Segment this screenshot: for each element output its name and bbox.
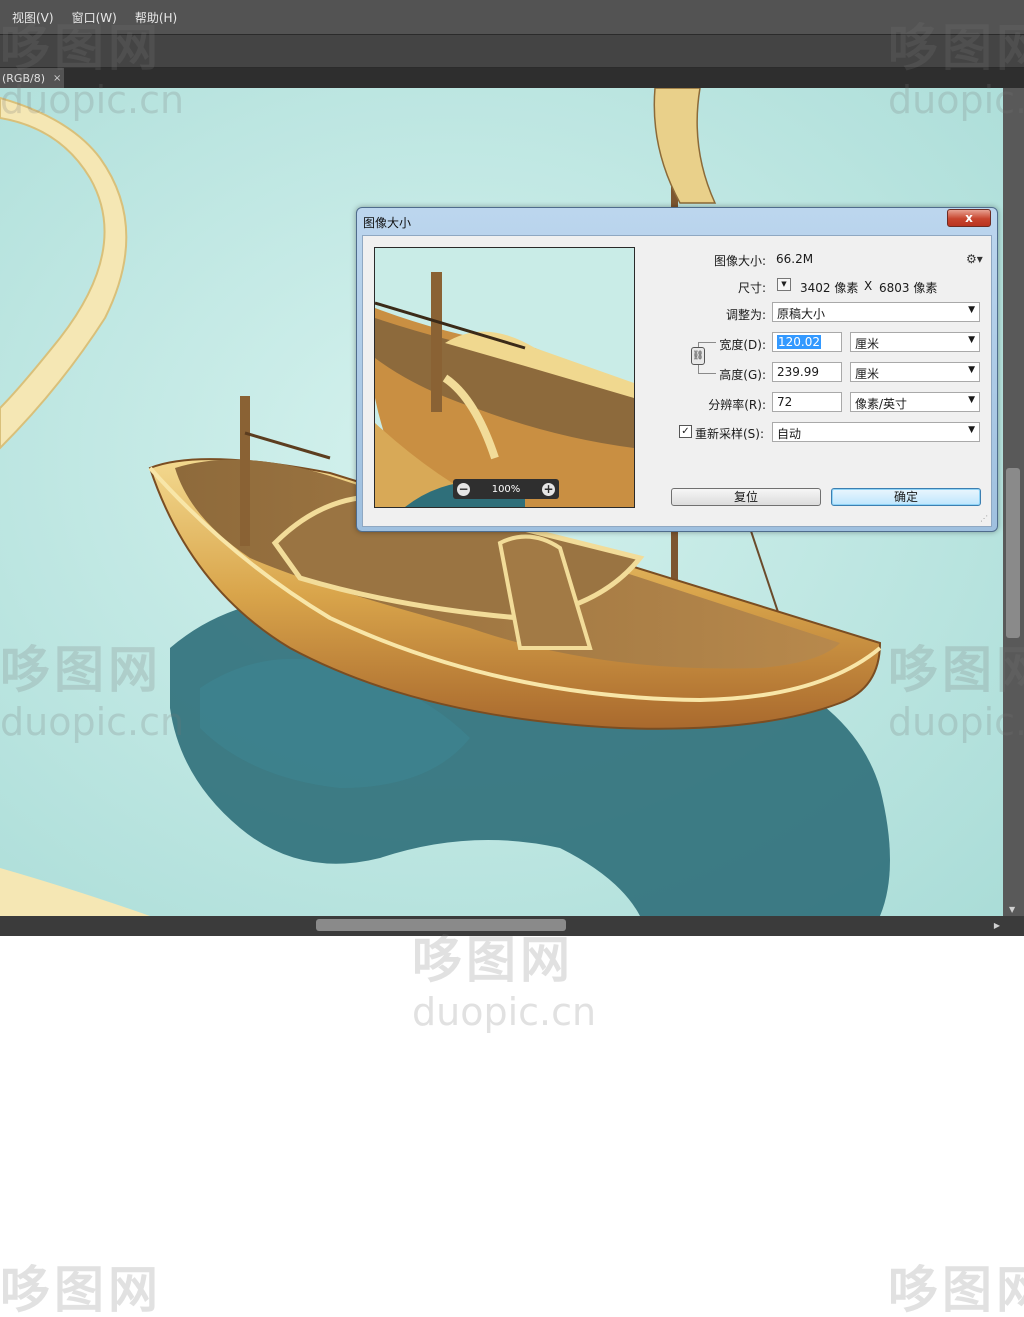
menu-help[interactable]: 帮助(H) bbox=[135, 9, 177, 26]
fit-to-label: 调整为: bbox=[725, 308, 766, 322]
resample-value: 自动 bbox=[777, 427, 802, 441]
image-size-dialog: 图像大小 x − 100% + 图像大小: 66.2M ⚙▾ 尺寸: ▼ 340… bbox=[356, 207, 998, 532]
resize-grip-icon[interactable]: ⋰ bbox=[980, 514, 988, 523]
ok-button[interactable]: 确定 bbox=[831, 488, 981, 506]
document-tab-bar: (RGB/8) × bbox=[0, 68, 1024, 88]
width-unit-select[interactable]: 厘米 ▼ bbox=[850, 332, 980, 352]
dialog-title: 图像大小 bbox=[363, 216, 412, 230]
options-bar bbox=[0, 34, 1024, 68]
width-unit: 厘米 bbox=[855, 337, 880, 351]
document-tab[interactable]: (RGB/8) × bbox=[0, 68, 64, 88]
image-size-value: 66.2M bbox=[776, 252, 814, 266]
chevron-down-icon: ▼ bbox=[968, 395, 975, 405]
link-bracket-top bbox=[698, 342, 716, 343]
height-label: 高度(G): bbox=[719, 368, 766, 382]
menu-bar: 视图(V) 窗口(W) 帮助(H) bbox=[0, 0, 1024, 34]
chain-link-icon[interactable]: ⛓ bbox=[691, 347, 705, 365]
chevron-down-icon: ▼ bbox=[968, 365, 975, 375]
reset-button[interactable]: 复位 bbox=[671, 488, 821, 506]
width-label: 宽度(D): bbox=[719, 338, 766, 352]
resolution-value: 72 bbox=[777, 395, 793, 409]
resample-select[interactable]: 自动 ▼ bbox=[772, 422, 980, 442]
menu-window[interactable]: 窗口(W) bbox=[72, 9, 117, 26]
preview-zoom-bar: − 100% + bbox=[453, 479, 559, 499]
resolution-label: 分辨率(R): bbox=[708, 398, 766, 412]
fit-to-value: 原稿大小 bbox=[777, 307, 826, 321]
dimensions-unit-dropdown[interactable]: ▼ bbox=[777, 278, 791, 291]
zoom-in-icon[interactable]: + bbox=[542, 482, 555, 496]
vertical-scroll-thumb[interactable] bbox=[1006, 468, 1020, 638]
link-bracket-bottom bbox=[698, 373, 716, 374]
height-input[interactable]: 239.99 bbox=[772, 362, 842, 382]
horizontal-scroll-thumb[interactable] bbox=[316, 919, 566, 931]
menu-view[interactable]: 视图(V) bbox=[12, 9, 54, 26]
close-icon[interactable]: x bbox=[947, 209, 991, 227]
scroll-right-icon[interactable]: ▶ bbox=[994, 921, 1000, 930]
dimensions-width: 3402 像素 bbox=[800, 281, 859, 295]
resolution-unit: 像素/英寸 bbox=[855, 397, 908, 411]
preview-zoom-level: 100% bbox=[491, 483, 521, 495]
dimensions-label: 尺寸: bbox=[737, 281, 766, 295]
image-preview[interactable]: − 100% + bbox=[374, 247, 635, 508]
resample-checkbox[interactable]: ✓ bbox=[679, 425, 692, 438]
zoom-out-icon[interactable]: − bbox=[457, 482, 470, 496]
chevron-down-icon: ▼ bbox=[968, 425, 975, 435]
height-unit-select[interactable]: 厘米 ▼ bbox=[850, 362, 980, 382]
tab-close-icon[interactable]: × bbox=[53, 73, 61, 84]
resolution-unit-select[interactable]: 像素/英寸 ▼ bbox=[850, 392, 980, 412]
fit-to-select[interactable]: 原稿大小 ▼ bbox=[772, 302, 980, 322]
dialog-body: − 100% + 图像大小: 66.2M ⚙▾ 尺寸: ▼ 3402 像素 X … bbox=[362, 235, 992, 527]
dimensions-height: 6803 像素 bbox=[879, 281, 938, 295]
vertical-scrollbar[interactable]: ▼ bbox=[1003, 88, 1024, 916]
resolution-input[interactable]: 72 bbox=[772, 392, 842, 412]
chevron-down-icon: ▼ bbox=[968, 335, 975, 345]
watermark-logo: 哆图网 bbox=[888, 1261, 1024, 1317]
width-value: 120.02 bbox=[777, 335, 821, 349]
horizontal-scrollbar[interactable]: ▶ bbox=[0, 916, 1024, 936]
scroll-down-icon[interactable]: ▼ bbox=[1009, 905, 1015, 914]
height-unit: 厘米 bbox=[855, 367, 880, 381]
image-size-label: 图像大小: bbox=[713, 254, 766, 268]
watermark-url: duopic.cn bbox=[412, 990, 597, 1034]
height-value: 239.99 bbox=[777, 365, 819, 379]
preview-image bbox=[375, 248, 634, 507]
dimensions-separator: X bbox=[864, 279, 873, 293]
width-input[interactable]: 120.02 bbox=[772, 332, 842, 352]
gear-icon[interactable]: ⚙▾ bbox=[966, 252, 983, 266]
document-tab-label: (RGB/8) bbox=[2, 71, 46, 85]
chevron-down-icon: ▼ bbox=[968, 305, 975, 315]
watermark-logo: 哆图网 bbox=[0, 1261, 162, 1317]
resample-label: 重新采样(S): bbox=[695, 427, 765, 441]
